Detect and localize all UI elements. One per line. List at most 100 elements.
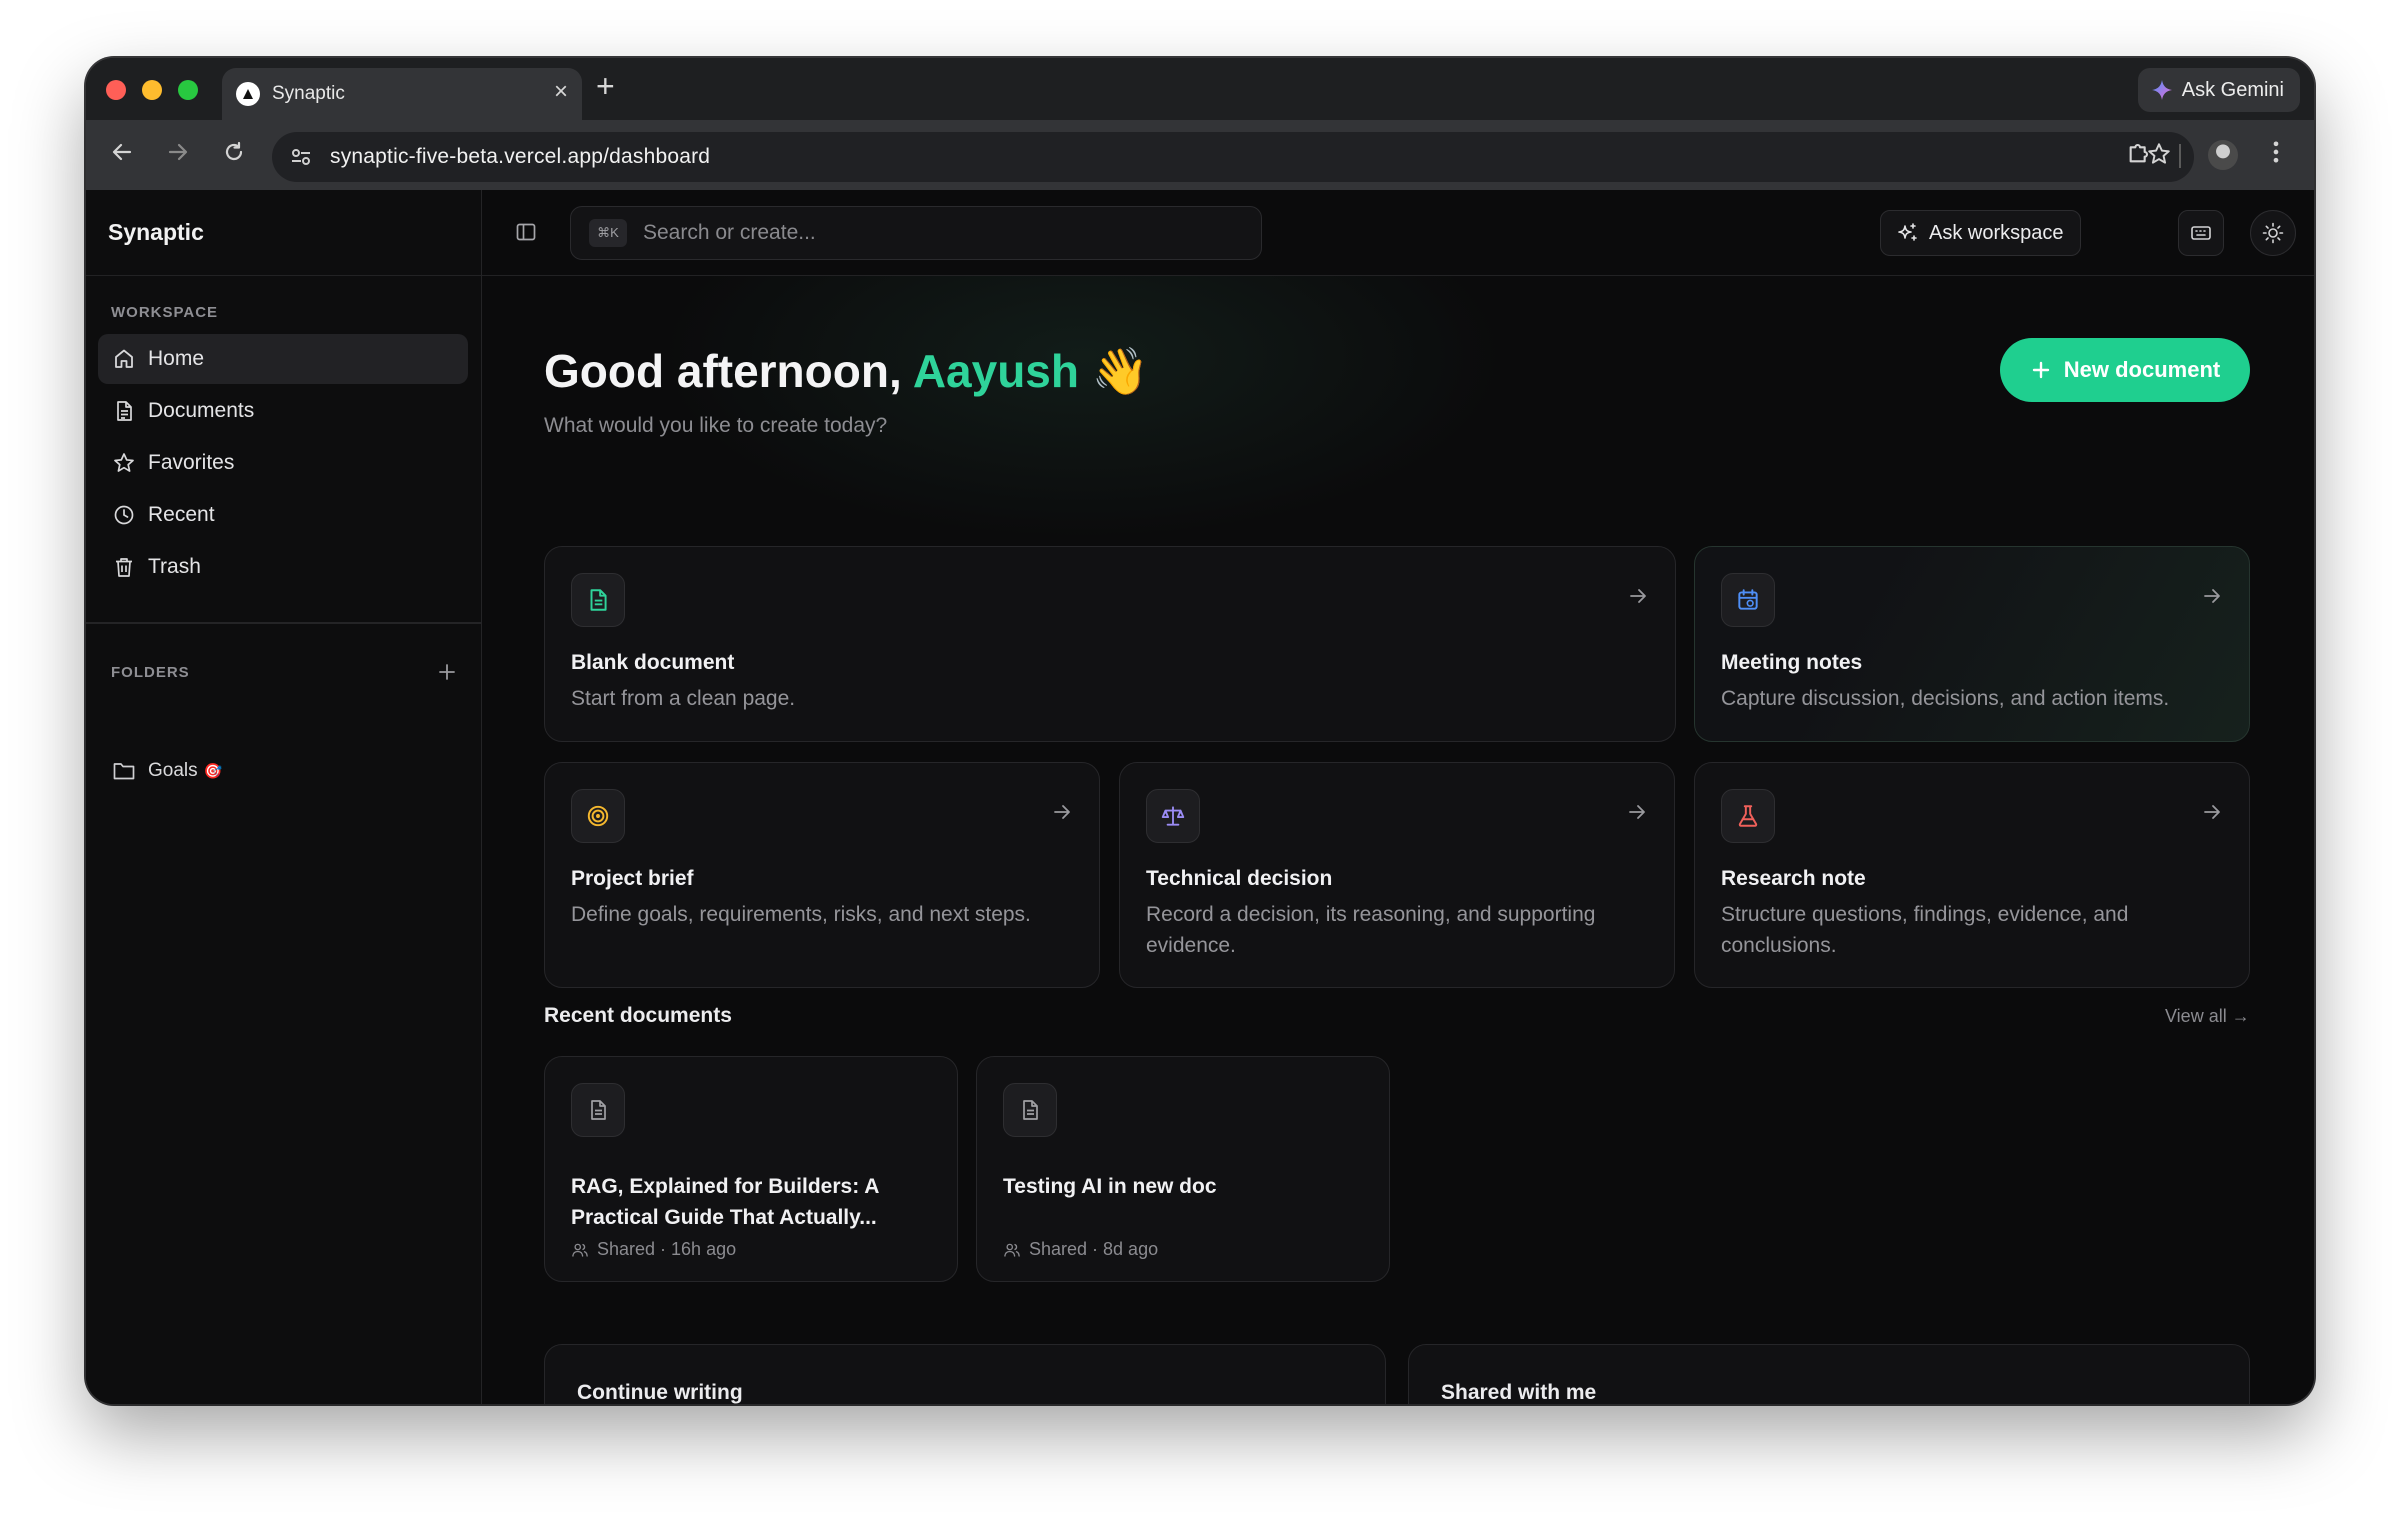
greeting-heading: Good afternoon, Aayush 👋 [544, 344, 1149, 399]
greeting-prefix: Good afternoon, [544, 345, 913, 397]
gemini-sparkle-icon [2151, 80, 2172, 100]
url-text: synaptic-five-beta.vercel.app/dashboard [330, 145, 711, 168]
folder-item-goals[interactable]: Goals 🎯 [112, 756, 222, 786]
template-description: Define goals, requirements, risks, and n… [571, 903, 1031, 926]
theme-toggle-button[interactable] [2250, 210, 2296, 256]
extensions-icon[interactable] [2126, 138, 2154, 166]
search-shortcut-badge: ⌘K [589, 219, 627, 247]
workspace-label: WORKSPACE [111, 304, 219, 321]
calendar-icon [1738, 589, 1758, 610]
main-content: Good afternoon, Aayush 👋 What would you … [482, 276, 2314, 1404]
recent-document-meta-text: Shared · 8d ago [1029, 1239, 1159, 1259]
close-window-button[interactable] [106, 80, 126, 100]
template-title: Technical decision [1146, 867, 1333, 890]
greeting-name: Aayush [912, 345, 1079, 397]
arrow-right-icon [1054, 805, 1070, 819]
new-document-button[interactable]: New document [2000, 338, 2250, 402]
template-title: Research note [1721, 867, 1866, 890]
view-all-link[interactable]: View all → [2165, 1006, 2250, 1027]
arrow-right-icon [1630, 589, 1646, 603]
sidebar-toggle-icon[interactable] [514, 220, 538, 244]
brand-logo[interactable]: Synaptic [108, 219, 204, 246]
shared-with-me-panel: Shared with me [1408, 1344, 2250, 1404]
users-icon [1004, 1243, 1020, 1257]
sidebar-item-label: Trash [148, 555, 201, 578]
ask-workspace-label: Ask workspace [1929, 221, 2064, 244]
minimize-window-button[interactable] [142, 80, 162, 100]
folder-icon [113, 763, 135, 780]
template-description: Start from a clean page. [571, 687, 796, 710]
template-description: Record a decision, its reasoning, and su… [1146, 903, 1596, 957]
keyboard-shortcuts-button[interactable] [2178, 210, 2224, 256]
favicon-icon [236, 82, 260, 106]
recent-documents-heading: Recent documents [544, 1004, 732, 1027]
sun-icon [2262, 222, 2284, 244]
site-settings-icon[interactable] [288, 144, 314, 170]
recent-document-title: Testing AI in new doc [1003, 1175, 1217, 1198]
new-document-label: New document [2063, 357, 2221, 382]
template-description: Capture discussion, decisions, and actio… [1721, 687, 2170, 710]
keyboard-icon [2191, 226, 2211, 240]
document-icon-box [571, 1083, 625, 1137]
plus-icon [2032, 361, 2049, 379]
add-folder-icon[interactable] [437, 662, 457, 682]
sidebar-item-documents[interactable]: Documents [98, 386, 468, 436]
recent-document-card[interactable]: RAG, Explained for Builders: A Practical… [544, 1056, 958, 1282]
ask-gemini-label: Ask Gemini [2181, 78, 2284, 101]
ask-workspace-button[interactable]: Ask workspace [1880, 210, 2081, 256]
template-card-blank[interactable]: Blank document Start from a clean page. [544, 546, 1676, 742]
browser-tab[interactable]: Synaptic × [222, 68, 582, 120]
sidebar-item-trash[interactable]: Trash [98, 542, 468, 592]
profile-avatar[interactable] [2208, 140, 2238, 170]
folder-emoji: 🎯 [203, 763, 223, 780]
continue-writing-panel: Continue writing [544, 1344, 1386, 1404]
home-icon [115, 349, 133, 368]
sidebar-item-label: Favorites [148, 451, 235, 474]
template-card-research-note[interactable]: Research note Structure questions, findi… [1694, 762, 2250, 988]
star-icon [114, 453, 134, 472]
search-input[interactable]: ⌘K Search or create... [570, 206, 1262, 260]
document-icon [590, 589, 607, 611]
forward-icon[interactable] [166, 140, 190, 164]
shared-with-me-heading: Shared with me [1441, 1381, 1597, 1404]
window-controls [106, 80, 198, 100]
continue-writing-heading: Continue writing [577, 1381, 743, 1404]
template-card-technical-decision[interactable]: Technical decision Record a decision, it… [1119, 762, 1675, 988]
template-card-project-brief[interactable]: Project brief Define goals, requirements… [544, 762, 1100, 988]
tab-title: Synaptic [272, 83, 345, 104]
sparkle-icon [1898, 223, 1917, 241]
template-title: Project brief [571, 867, 694, 890]
template-title: Blank document [571, 651, 735, 674]
sidebar-item-label: Documents [148, 399, 255, 422]
reload-icon[interactable] [222, 140, 246, 164]
template-icon [1721, 789, 1775, 843]
template-icon [1146, 789, 1200, 843]
greeting-subtitle: What would you like to create today? [544, 414, 888, 437]
sidebar: Synaptic WORKSPACE Home Documents Favori… [86, 190, 482, 1404]
document-icon [591, 1100, 606, 1120]
top-bar: ⌘K Search or create... Ask workspace [482, 190, 2314, 276]
document-icon-box [1003, 1083, 1057, 1137]
tab-close-icon[interactable]: × [554, 78, 568, 106]
clock-icon [114, 505, 134, 525]
tab-strip: Synaptic × + Ask Gemini [86, 58, 2314, 120]
template-title: Meeting notes [1721, 651, 1863, 674]
back-icon[interactable] [110, 140, 134, 164]
browser-menu-icon[interactable] [2270, 138, 2282, 166]
recent-document-card[interactable]: Testing AI in new doc Shared · 8d ago [976, 1056, 1390, 1282]
folder-label: Goals [148, 760, 198, 781]
sidebar-item-recent[interactable]: Recent [98, 490, 468, 540]
zoom-window-button[interactable] [178, 80, 198, 100]
toolbar-divider [2179, 144, 2181, 168]
new-tab-button[interactable]: + [596, 70, 615, 102]
template-icon [571, 573, 625, 627]
recent-document-meta: Shared · 8d ago [1003, 1239, 1158, 1260]
template-description: Structure questions, findings, evidence,… [1721, 903, 2129, 957]
sidebar-item-home[interactable]: Home [98, 334, 468, 384]
template-icon [1721, 573, 1775, 627]
template-card-meeting-notes[interactable]: Meeting notes Capture discussion, decisi… [1694, 546, 2250, 742]
address-bar[interactable]: synaptic-five-beta.vercel.app/dashboard [272, 132, 2194, 182]
ask-gemini-button[interactable]: Ask Gemini [2137, 68, 2300, 112]
sidebar-item-favorites[interactable]: Favorites [98, 438, 468, 488]
arrow-right-icon [2204, 805, 2220, 819]
